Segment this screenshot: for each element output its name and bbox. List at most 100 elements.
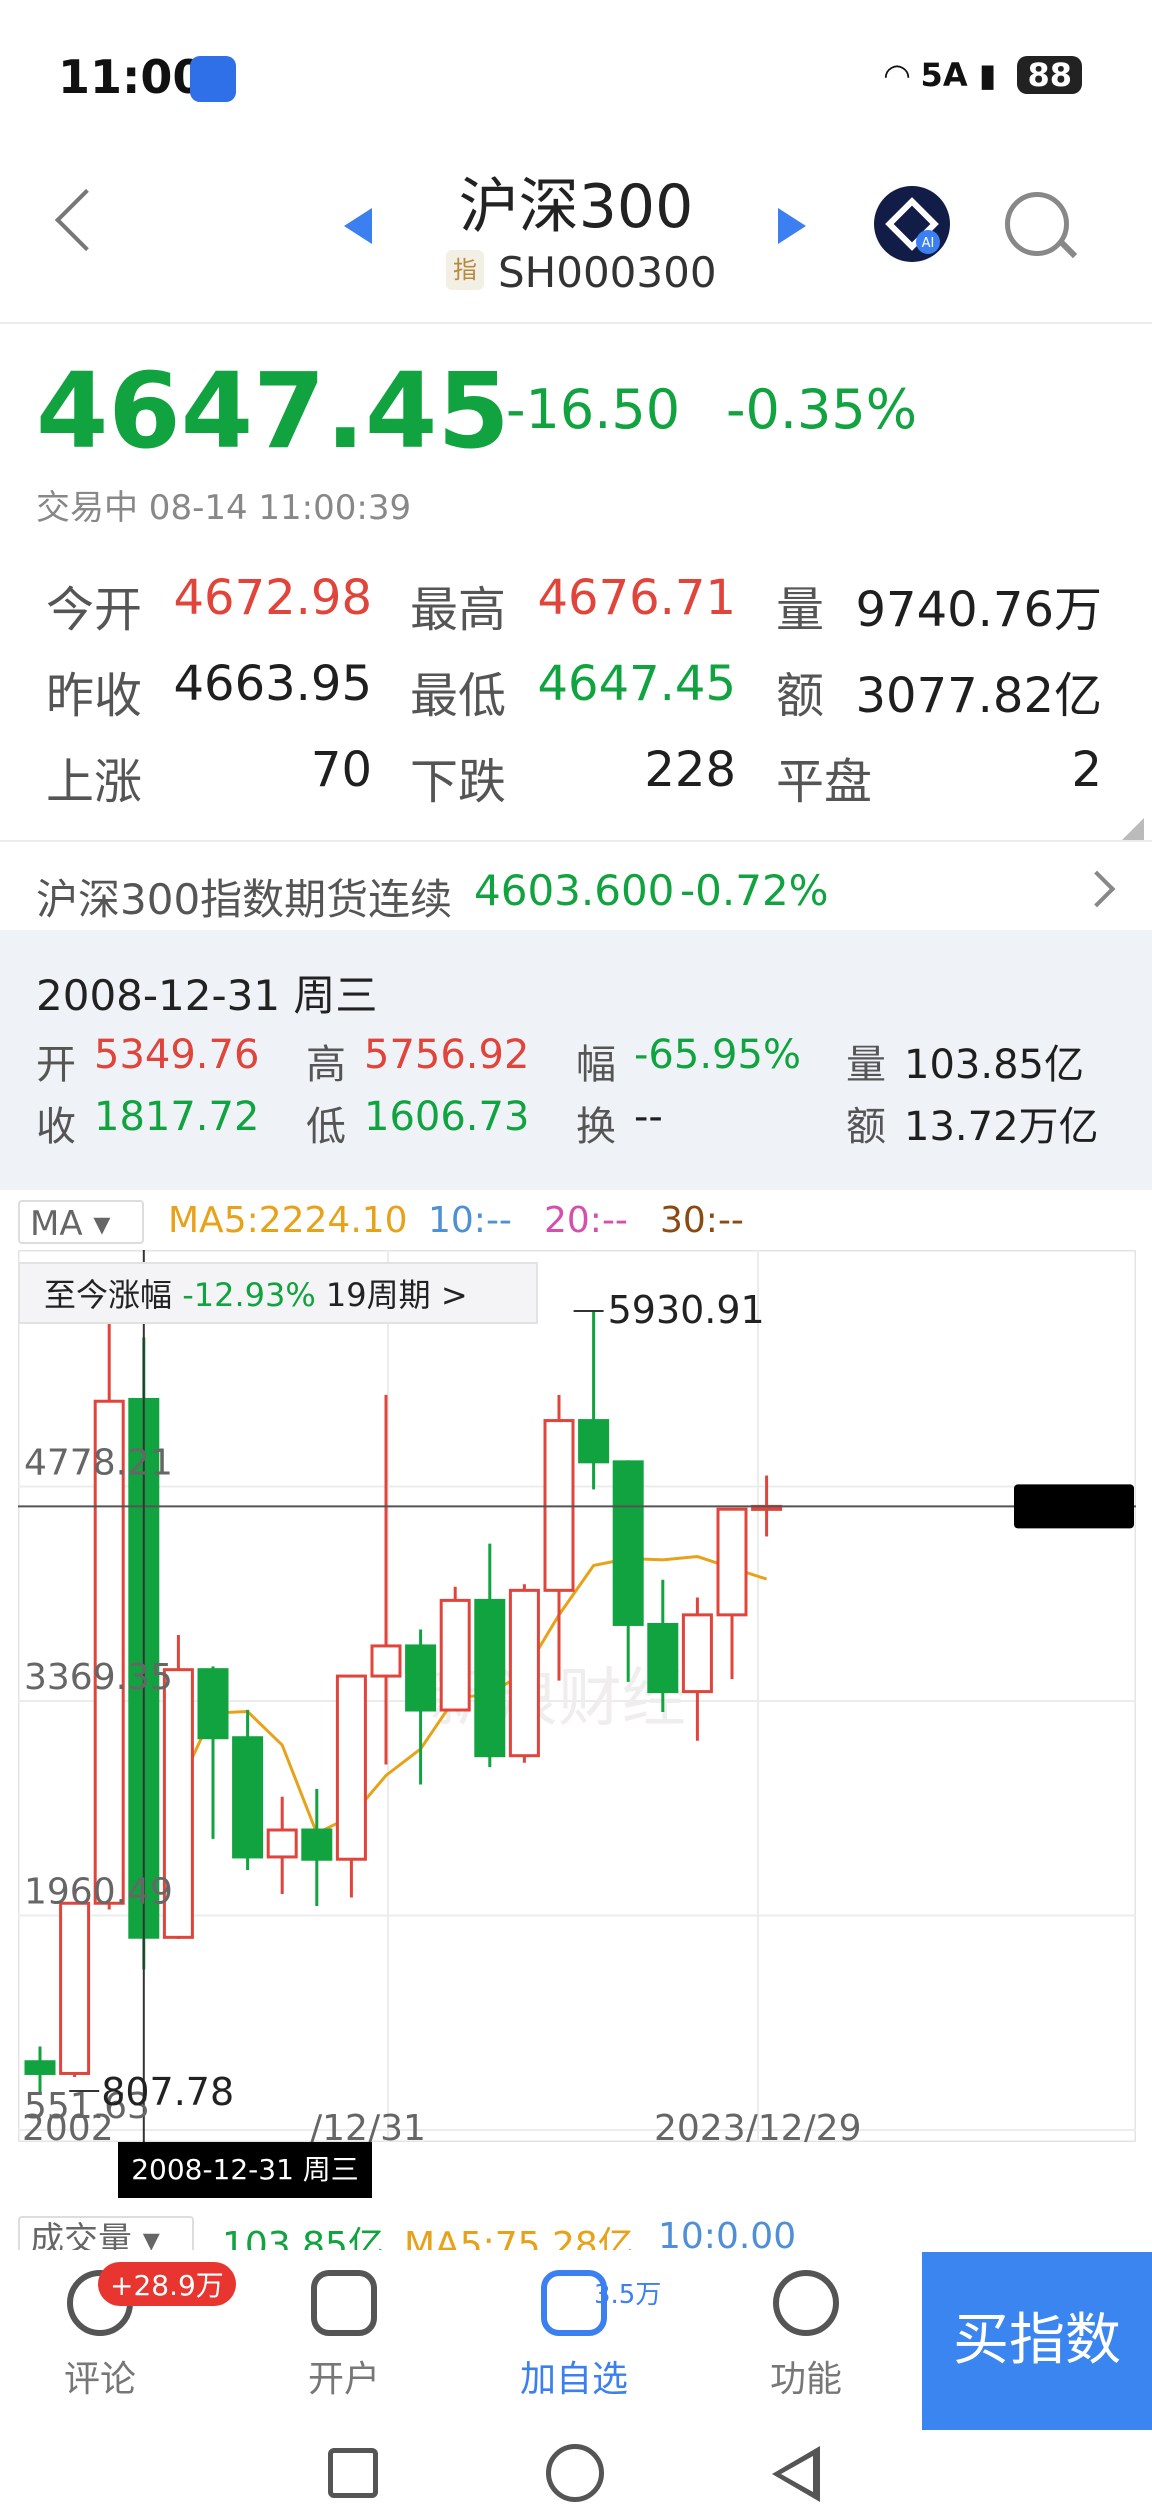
futures-change: -0.72% [680, 866, 829, 915]
quote-value: 4647.45 [537, 656, 737, 712]
signal-label: 5A [920, 56, 968, 94]
battery-icon: 88 [1017, 56, 1082, 94]
since-periods: 19周期 > [325, 1276, 468, 1314]
tab-open-account[interactable]: 开户 [274, 2270, 414, 2402]
candle-detail-label: 量 [846, 1042, 886, 1088]
candle-detail-value: -65.95% [634, 1032, 801, 1078]
quote-label: 额 [776, 668, 825, 724]
candle-body [197, 1668, 229, 1740]
price-change: -16.50 [506, 378, 681, 441]
candle-detail-value: 103.85亿 [904, 1042, 1084, 1088]
tab-comment-label: 评论 [63, 2359, 136, 2400]
x-axis-label: /12/31 [310, 2108, 426, 2142]
quote-label: 平盘 [776, 754, 873, 810]
ma30-value: 30:-- [660, 1200, 744, 1241]
quote-value: 2 [1071, 742, 1102, 798]
index-tag: 指 [446, 250, 484, 290]
max-label: 5930.91 [608, 1288, 765, 1332]
watchlist-count-badge: 3.5万 [594, 2280, 662, 2310]
search-icon[interactable] [1005, 192, 1069, 256]
since-change-box[interactable]: 至今涨幅 -12.93% 19周期 > [18, 1262, 538, 1324]
chart-add-icon [311, 2270, 377, 2336]
kline-svg[interactable]: 新浪财经4778.213369.351960.49551.635930.9180… [17, 1249, 1137, 2149]
divider [0, 322, 1152, 324]
quote-label: 昨收 [46, 668, 143, 724]
indicator-select[interactable]: MA ▾ [18, 1200, 144, 1244]
candle-body [301, 1828, 333, 1861]
candle-body [474, 1598, 506, 1758]
svg-text:AI: AI [922, 236, 935, 251]
candle-body [24, 2060, 56, 2075]
candle-body [647, 1622, 679, 1694]
candle-detail-label: 高 [306, 1042, 346, 1088]
candle-detail-value: -- [634, 1094, 663, 1140]
quote-label: 量 [776, 582, 825, 638]
ma5-value: MA5:2224.10 [168, 1200, 408, 1241]
current-price-marker [1014, 1484, 1134, 1529]
candle-body [232, 1736, 264, 1859]
candle-detail-value: 13.72万亿 [904, 1104, 1099, 1150]
x-axis-label: 2023/12/29 [654, 2108, 862, 2142]
candle-body [59, 1901, 91, 2075]
candle-body [266, 1828, 298, 1859]
quote-label: 最高 [410, 582, 507, 638]
comment-count-badge: +28.9万 [98, 2262, 236, 2306]
candle-date: 2008-12-31 周三 [36, 971, 378, 1020]
candle-body [335, 1674, 367, 1861]
candle-body [370, 1644, 402, 1678]
next-stock-icon[interactable] [778, 208, 806, 244]
y-axis-label: 3369.35 [24, 1657, 173, 1698]
status-time: 11:00 [58, 50, 205, 104]
home-icon[interactable] [546, 2444, 604, 2502]
wifi-icon: ◠ [884, 56, 910, 94]
quote-label: 最低 [410, 668, 507, 724]
since-value: -12.93% [182, 1276, 316, 1314]
tab-functions[interactable]: 功能 [736, 2270, 876, 2402]
candle-detail-label: 幅 [576, 1042, 616, 1088]
nav-back-icon-inner [781, 2456, 813, 2492]
ai-assistant-icon[interactable]: AI [874, 186, 950, 262]
ma10-value: 10:-- [428, 1200, 512, 1241]
since-label: 至今涨幅 [44, 1276, 173, 1314]
candle-body [612, 1460, 644, 1626]
signal-icon: ▮ [978, 56, 997, 94]
y-axis-label: 1960.49 [24, 1871, 173, 1912]
quote-label: 今开 [46, 582, 143, 638]
trade-status: 交易中 08-14 11:00:39 [36, 488, 412, 528]
notification-bulb-icon [190, 56, 236, 102]
ma20-value: 20:-- [544, 1200, 628, 1241]
page-title: 沪深300 [458, 172, 694, 242]
candle-detail-label: 收 [36, 1104, 76, 1150]
tab-add-watchlist-label: 加自选 [519, 2359, 628, 2400]
quote-value: 9740.76万 [855, 582, 1103, 638]
min-label: 807.78 [101, 2070, 234, 2114]
candle-detail-value: 1606.73 [364, 1094, 530, 1140]
menu-icon [773, 2270, 839, 2336]
expand-corner-icon[interactable] [1122, 818, 1144, 840]
candle-body [681, 1613, 713, 1694]
stock-code: SH000300 [498, 248, 717, 297]
candle-detail-value: 5349.76 [94, 1032, 260, 1078]
futures-price: 4603.600 [474, 866, 675, 915]
quote-label: 上涨 [46, 754, 143, 810]
buy-index-button[interactable]: 买指数 [922, 2252, 1152, 2430]
tab-open-account-label: 开户 [307, 2359, 380, 2400]
quote-value: 70 [310, 742, 372, 798]
quote-label: 下跌 [410, 754, 507, 810]
recent-apps-icon[interactable] [328, 2448, 378, 2498]
candle-body [578, 1419, 610, 1464]
candle-detail-label: 低 [306, 1104, 346, 1150]
price-change-pct: -0.35% [726, 378, 918, 441]
futures-name: 沪深300指数期货连续 [36, 875, 453, 924]
candle-body [716, 1507, 748, 1617]
quote-value: 4676.71 [537, 570, 737, 626]
candle-detail-label: 换 [576, 1104, 616, 1150]
quote-value: 4672.98 [173, 570, 373, 626]
candle-detail-label: 开 [36, 1042, 76, 1088]
current-price: 4647.45 [36, 350, 510, 472]
candle-body [439, 1598, 471, 1712]
kline-chart[interactable]: 新浪财经 4778.21 3369.35 1960.49 551.63 5930.91 80… [17, 1249, 1137, 2149]
x-axis-label: 2002 [22, 2108, 114, 2142]
tab-functions-label: 功能 [769, 2359, 842, 2400]
y-axis-label: 4778.21 [24, 1442, 173, 1483]
